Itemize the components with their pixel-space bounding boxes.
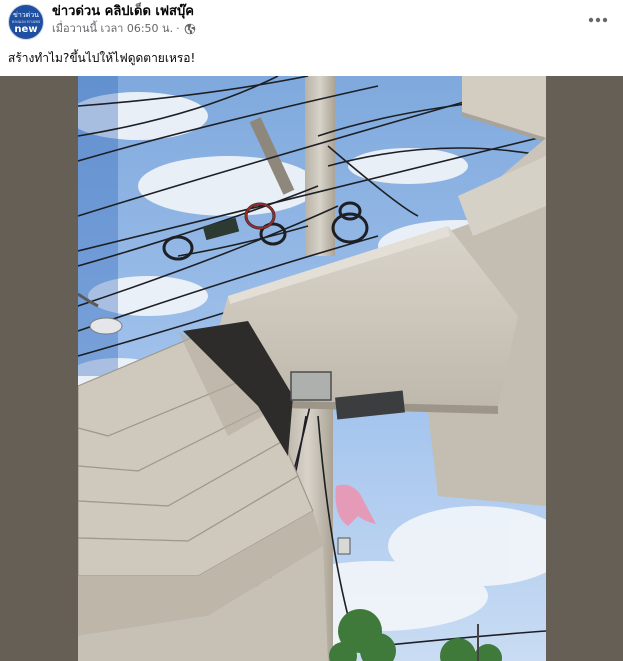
globe-icon[interactable] bbox=[184, 23, 196, 35]
page-name-link[interactable]: ข่าวด่วน คลิปเด็ด เฟสบุ๊ค bbox=[52, 4, 194, 20]
page-avatar[interactable]: ข่าวด่วน หลงมอง ทางเพจ new bbox=[8, 4, 44, 40]
post-header: ข่าวด่วน หลงมอง ทางเพจ new ข่าวด่วน คลิป… bbox=[0, 0, 623, 44]
more-options-button[interactable] bbox=[584, 8, 612, 32]
post-caption: สร้างทำไม?ขึ้นไปให้ไฟดูดตายเหรอ! bbox=[8, 51, 196, 65]
avatar-top-text: ข่าวด่วน bbox=[13, 11, 39, 19]
post-media[interactable] bbox=[0, 76, 623, 661]
meta-separator: · bbox=[176, 22, 180, 35]
post-timestamp-link[interactable]: เมื่อวานนี้ เวลา 06:50 น. bbox=[52, 22, 173, 36]
post-meta: เมื่อวานนี้ เวลา 06:50 น. · bbox=[52, 22, 196, 36]
avatar-news-text: new bbox=[14, 24, 38, 35]
post-photo[interactable] bbox=[78, 76, 546, 661]
more-options-icon bbox=[588, 17, 608, 23]
facebook-post: ข่าวด่วน หลงมอง ทางเพจ new ข่าวด่วน คลิป… bbox=[0, 0, 623, 661]
